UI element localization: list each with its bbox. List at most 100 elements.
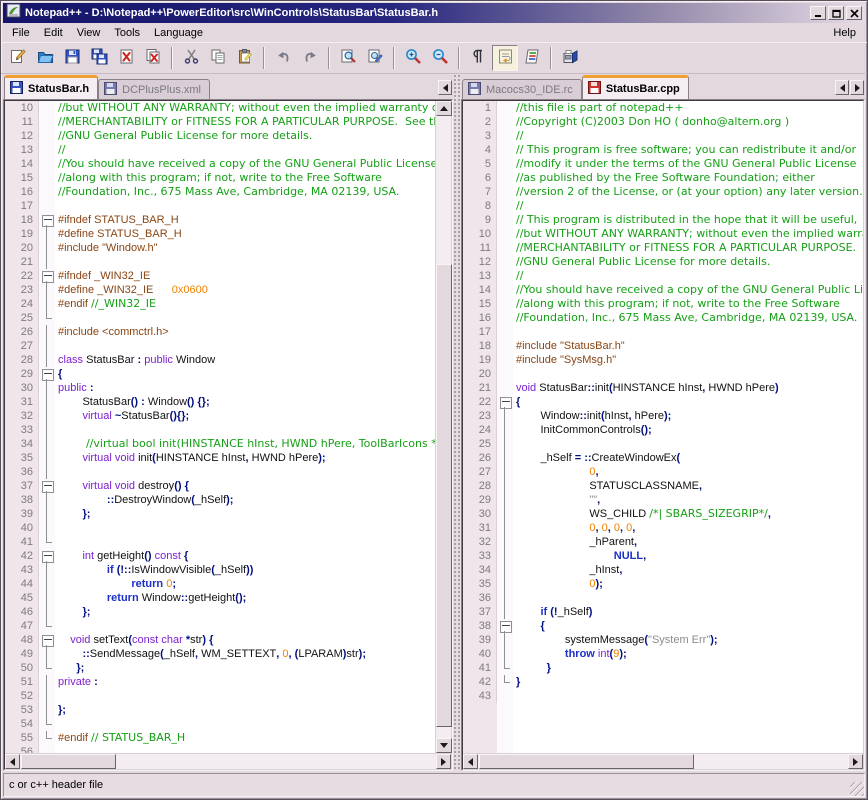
line-number: 44 bbox=[5, 577, 39, 591]
word-wrap-button[interactable] bbox=[492, 45, 518, 71]
line-number: 27 bbox=[463, 465, 497, 479]
editor-line: 41 } bbox=[463, 661, 863, 675]
editor-right[interactable]: 1//this file is part of notepad++2//Copy… bbox=[461, 99, 865, 771]
main-area: StatusBar.h DCPlusPlus.xml 10//but WITHOU… bbox=[3, 74, 865, 771]
code-line bbox=[55, 339, 435, 353]
fold-margin bbox=[497, 269, 513, 283]
tab-scroll-left-button[interactable] bbox=[835, 80, 849, 95]
code-line: if (!_hSelf) bbox=[513, 605, 863, 619]
code-lines-right: 1//this file is part of notepad++2//Copy… bbox=[463, 101, 863, 753]
tab-scroll-left-button[interactable] bbox=[438, 80, 452, 95]
close-all-button[interactable] bbox=[140, 45, 166, 71]
menu-help[interactable]: Help bbox=[826, 25, 863, 41]
code-line: //Foundation, Inc., 675 Mass Ave, Cambri… bbox=[55, 185, 435, 199]
resize-grip[interactable] bbox=[850, 782, 864, 796]
save-file-button[interactable] bbox=[59, 45, 85, 71]
line-number: 37 bbox=[463, 605, 497, 619]
close-button[interactable] bbox=[846, 6, 862, 20]
menu-file[interactable]: File bbox=[5, 25, 37, 41]
editor-line: 36 bbox=[463, 591, 863, 605]
line-number: 16 bbox=[463, 311, 497, 325]
code-line bbox=[55, 535, 435, 549]
code-line: _hSelf = ::CreateWindowEx( bbox=[513, 451, 863, 465]
save-all-icon bbox=[91, 48, 108, 68]
tab-scroll-right-button[interactable] bbox=[850, 80, 864, 95]
open-file-button[interactable] bbox=[32, 45, 58, 71]
scroll-left-button[interactable] bbox=[5, 754, 20, 769]
scroll-down-button[interactable] bbox=[436, 738, 452, 753]
fold-margin bbox=[497, 171, 513, 185]
editor-line: 26#include <commctrl.h> bbox=[5, 325, 435, 339]
code-line: _hParent, bbox=[513, 535, 863, 549]
fold-margin bbox=[497, 661, 513, 675]
menu-language[interactable]: Language bbox=[147, 25, 210, 41]
replace-button[interactable] bbox=[362, 45, 388, 71]
print-button[interactable] bbox=[557, 45, 583, 71]
fold-margin bbox=[497, 367, 513, 381]
show-all-characters-button[interactable] bbox=[465, 45, 491, 71]
horizontal-scroll-thumb[interactable] bbox=[479, 754, 694, 769]
line-number: 19 bbox=[463, 353, 497, 367]
paste-button[interactable] bbox=[232, 45, 258, 71]
menu-edit[interactable]: Edit bbox=[37, 25, 70, 41]
tab-label: StatusBar.cpp bbox=[606, 83, 680, 95]
user-define-dialog-button[interactable] bbox=[519, 45, 545, 71]
code-line: #ifndef STATUS_BAR_H bbox=[55, 213, 435, 227]
new-file-button[interactable] bbox=[5, 45, 31, 71]
fold-collapse-marker bbox=[39, 213, 55, 227]
code-line: #endif //_WIN32_IE bbox=[55, 297, 435, 311]
cut-button[interactable] bbox=[178, 45, 204, 71]
code-line: throw int(9); bbox=[513, 647, 863, 661]
tab-statusbar-cpp[interactable]: StatusBar.cpp bbox=[582, 75, 689, 99]
editor-line: 39 }; bbox=[5, 507, 435, 521]
tab-macocs30-ide-rc[interactable]: Macocs30_IDE.rc bbox=[462, 79, 582, 99]
vertical-scroll-thumb[interactable] bbox=[436, 264, 452, 727]
code-line: } bbox=[513, 661, 863, 675]
line-number: 15 bbox=[463, 297, 497, 311]
scroll-left-button[interactable] bbox=[463, 754, 478, 769]
fold-margin bbox=[497, 255, 513, 269]
copy-button[interactable] bbox=[205, 45, 231, 71]
maximize-button[interactable] bbox=[828, 6, 844, 20]
horizontal-scroll-thumb[interactable] bbox=[21, 754, 116, 769]
chevron-left-icon bbox=[840, 84, 845, 92]
vertical-scrollbar-left[interactable] bbox=[435, 101, 451, 753]
horizontal-scrollbar-left[interactable] bbox=[5, 753, 451, 769]
editor-line: 9// This program is distributed in the h… bbox=[463, 213, 863, 227]
editor-line: 23#define _WIN32_IE 0x0600 bbox=[5, 283, 435, 297]
line-number: 25 bbox=[5, 311, 39, 325]
zoom-in-button[interactable] bbox=[400, 45, 426, 71]
scroll-right-button[interactable] bbox=[436, 754, 451, 769]
fold-margin bbox=[39, 563, 55, 577]
menu-view[interactable]: View bbox=[70, 25, 108, 41]
find-button[interactable] bbox=[335, 45, 361, 71]
editor-left[interactable]: 10//but WITHOUT ANY WARRANTY; without ev… bbox=[3, 99, 453, 771]
zoom-out-button[interactable] bbox=[427, 45, 453, 71]
fold-margin bbox=[497, 353, 513, 367]
tab-label: DCPlusPlus.xml bbox=[122, 84, 201, 96]
menu-tools[interactable]: Tools bbox=[107, 25, 147, 41]
fold-margin bbox=[39, 199, 55, 213]
line-number: 52 bbox=[5, 689, 39, 703]
toolbar-separator bbox=[393, 47, 395, 69]
line-number: 13 bbox=[5, 143, 39, 157]
save-all-button[interactable] bbox=[86, 45, 112, 71]
scroll-right-button[interactable] bbox=[848, 754, 863, 769]
pane-splitter[interactable] bbox=[453, 74, 461, 771]
tab-statusbar-h[interactable]: StatusBar.h bbox=[4, 75, 98, 99]
undo-button[interactable] bbox=[270, 45, 296, 71]
scroll-up-button[interactable] bbox=[436, 101, 452, 116]
line-number: 53 bbox=[5, 703, 39, 717]
editor-line: 13// bbox=[463, 269, 863, 283]
horizontal-scrollbar-right[interactable] bbox=[463, 753, 863, 769]
editor-line: 49 ::SendMessage(_hSelf, WM_SETTEXT, 0, … bbox=[5, 647, 435, 661]
editor-line: 42} bbox=[463, 675, 863, 689]
close-file-button[interactable] bbox=[113, 45, 139, 71]
redo-button[interactable] bbox=[297, 45, 323, 71]
fold-margin bbox=[497, 437, 513, 451]
tab-dcplusplus-xml[interactable]: DCPlusPlus.xml bbox=[98, 79, 210, 99]
minimize-button[interactable] bbox=[810, 6, 826, 20]
chevron-left-icon bbox=[443, 84, 448, 92]
user-define-dialog-icon bbox=[524, 48, 541, 68]
editor-line: 10//but WITHOUT ANY WARRANTY; without ev… bbox=[463, 227, 863, 241]
